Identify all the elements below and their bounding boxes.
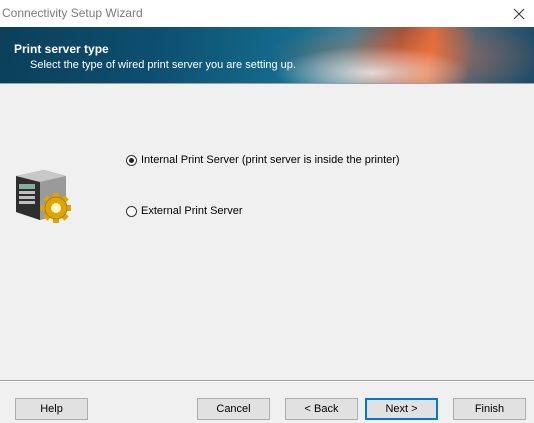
back-button[interactable]: < Back: [285, 398, 358, 420]
finish-button[interactable]: Finish: [453, 398, 526, 420]
help-button[interactable]: Help: [15, 398, 88, 420]
close-icon: [513, 8, 525, 19]
divider: [0, 83, 534, 84]
radio-internal[interactable]: [126, 154, 137, 166]
wizard-banner: Print server type Select the type of wir…: [0, 27, 534, 83]
title-bar: Connectivity Setup Wizard: [0, 0, 534, 27]
close-button[interactable]: [504, 0, 534, 27]
divider-highlight: [0, 381, 534, 382]
page-subtitle: Select the type of wired print server yo…: [30, 59, 296, 71]
print-server-gear-icon: [10, 168, 72, 229]
cancel-button[interactable]: Cancel: [197, 398, 270, 420]
option-label: Internal Print Server (print server is i…: [141, 154, 400, 166]
option-label: External Print Server: [141, 205, 243, 217]
page-title: Print server type: [14, 42, 109, 56]
option-internal-print-server[interactable]: Internal Print Server (print server is i…: [126, 154, 400, 166]
next-button[interactable]: Next >: [365, 398, 438, 420]
window-title: Connectivity Setup Wizard: [2, 6, 143, 20]
radio-external[interactable]: [126, 205, 137, 217]
option-external-print-server[interactable]: External Print Server: [126, 205, 242, 217]
